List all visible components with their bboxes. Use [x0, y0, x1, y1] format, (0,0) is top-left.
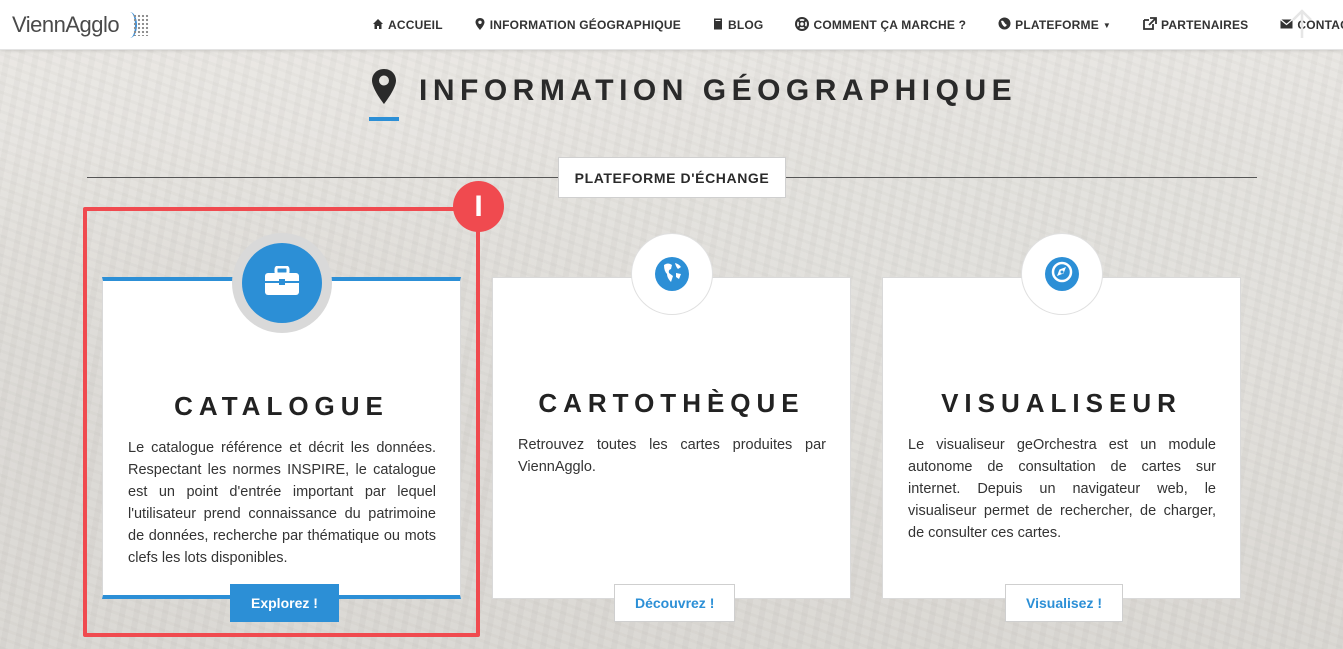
map-marker-icon	[370, 68, 398, 106]
nav-item-label: Accueil	[388, 18, 443, 32]
visualize-button[interactable]: Visualisez !	[1005, 584, 1124, 622]
map-marker-icon	[474, 17, 486, 33]
caret-down-icon: ▼	[1102, 20, 1112, 30]
page-title: Information géographique	[419, 74, 1018, 107]
compass-icon	[1047, 257, 1077, 292]
section-label: Plateforme d'échange	[558, 157, 786, 198]
globe-icon	[997, 17, 1011, 33]
nav-item-label: Partenaires	[1161, 18, 1249, 32]
nav-item-accueil[interactable]: Accueil	[372, 18, 443, 33]
card-title: Visualiseur	[941, 388, 1182, 418]
discover-button[interactable]: Découvrez !	[614, 584, 736, 622]
nav-item-partenaires[interactable]: Partenaires	[1142, 17, 1248, 33]
nav-item-information-geographique[interactable]: Information géographique	[474, 17, 681, 33]
external-link-icon	[1142, 17, 1157, 33]
nav-item-plateforme[interactable]: Plateforme ▼	[997, 17, 1111, 33]
card-description: Retrouvez toutes les cartes produites pa…	[518, 437, 826, 475]
lifebuoy-icon	[794, 16, 809, 34]
card-description: Le visualiseur geOrchestra est un module…	[908, 437, 1216, 541]
home-icon	[372, 18, 384, 33]
page-heading: Information géographique	[0, 64, 1343, 124]
navbar: ViennAgglo Accueil Information géographi…	[0, 0, 1343, 50]
brand-name: ViennAgglo	[12, 12, 120, 37]
globe-americas-icon	[657, 257, 687, 292]
card-icon-cartotheque	[632, 234, 712, 314]
nav-item-comment-ca-marche[interactable]: Comment ça marche ?	[794, 16, 967, 34]
book-icon	[712, 18, 724, 33]
nav-item-label: Plateforme	[1015, 18, 1099, 32]
nav-item-blog[interactable]: Blog	[712, 18, 763, 33]
card-visualiseur: Visualiseur Le visualiseur geOrchestra e…	[882, 277, 1241, 622]
card-title: Cartothèque	[538, 388, 805, 418]
nav-item-label: Blog	[727, 18, 764, 32]
nav-item-label: Comment ça marche ?	[813, 18, 967, 32]
highlight-box	[83, 207, 480, 637]
arrow-up-icon[interactable]	[1290, 8, 1314, 40]
brand-logo[interactable]: ViennAgglo	[12, 10, 150, 40]
title-underline	[369, 117, 399, 121]
card-icon-visualiseur	[1022, 234, 1102, 314]
annotation-badge: I	[453, 181, 504, 232]
brand-mark-icon	[123, 10, 150, 40]
nav-item-label: Information géographique	[489, 18, 681, 32]
card-cartotheque: Cartothèque Retrouvez toutes les cartes …	[492, 277, 851, 622]
nav-menu: Accueil Information géographique Blog Co…	[372, 0, 1343, 50]
